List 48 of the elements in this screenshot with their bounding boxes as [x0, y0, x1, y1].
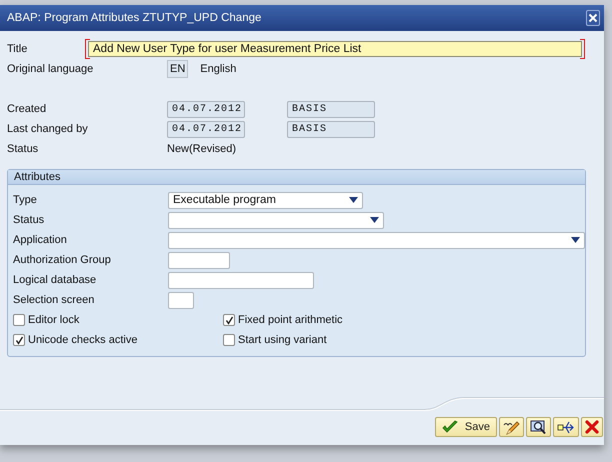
date-field: 04.07.2012 [167, 100, 245, 118]
input-field[interactable] [168, 252, 230, 268]
date-field: 04.07.2012 [167, 120, 245, 138]
field-label: Type [13, 194, 38, 206]
status-value: New(Revised) [167, 143, 236, 155]
field-label: Created [7, 103, 48, 115]
transfer-button[interactable] [553, 417, 579, 437]
cancel-button[interactable] [581, 417, 603, 437]
edit-button[interactable] [499, 417, 524, 437]
close-button[interactable] [586, 10, 600, 26]
checkbox[interactable] [223, 314, 235, 326]
checkbox-label: Fixed point arithmetic [238, 314, 343, 326]
language-code-field[interactable]: EN [167, 60, 188, 78]
pencil-icon [503, 420, 520, 434]
input-field[interactable] [168, 292, 194, 308]
field-label: Selection screen [13, 294, 96, 306]
save-button[interactable]: Save [434, 417, 497, 437]
arrow-icon [557, 420, 575, 434]
field-label: Status [7, 143, 40, 155]
field-label: Last changed by [7, 123, 89, 135]
magnifier-icon [530, 420, 547, 434]
checkbox-label: Editor lock [28, 314, 80, 326]
checkbox-label: Start using variant [238, 334, 327, 346]
input-field[interactable] [168, 272, 314, 288]
close-icon [588, 13, 598, 23]
field-label: Logical database [13, 274, 98, 286]
field-label: Title [7, 42, 28, 54]
checkbox[interactable] [13, 314, 25, 326]
group-header: Attributes [8, 170, 585, 185]
checkbox[interactable] [223, 334, 235, 346]
field-label: Original language [7, 63, 94, 75]
dropdown[interactable]: Executable program [168, 192, 363, 208]
cancel-icon [585, 420, 599, 434]
find-button[interactable] [526, 417, 551, 437]
checkbox-label: Unicode checks active [28, 334, 138, 346]
field-label: Authorization Group [13, 254, 112, 266]
checkbox[interactable] [13, 334, 25, 346]
user-field: BASIS [287, 100, 375, 118]
user-field: BASIS [287, 120, 375, 138]
field-label: Application [13, 234, 68, 246]
dialog-title: ABAP: Program Attributes ZTUTYP_UPD Change [7, 12, 262, 24]
caret-icon [370, 217, 379, 223]
caret-icon [571, 237, 580, 243]
caret-icon [349, 197, 358, 203]
checkmark-icon [442, 420, 459, 434]
title-field[interactable]: Add New User Type for user Measurement Price List [88, 40, 582, 56]
field-label: Status [13, 214, 46, 226]
language-name: English [200, 63, 236, 75]
